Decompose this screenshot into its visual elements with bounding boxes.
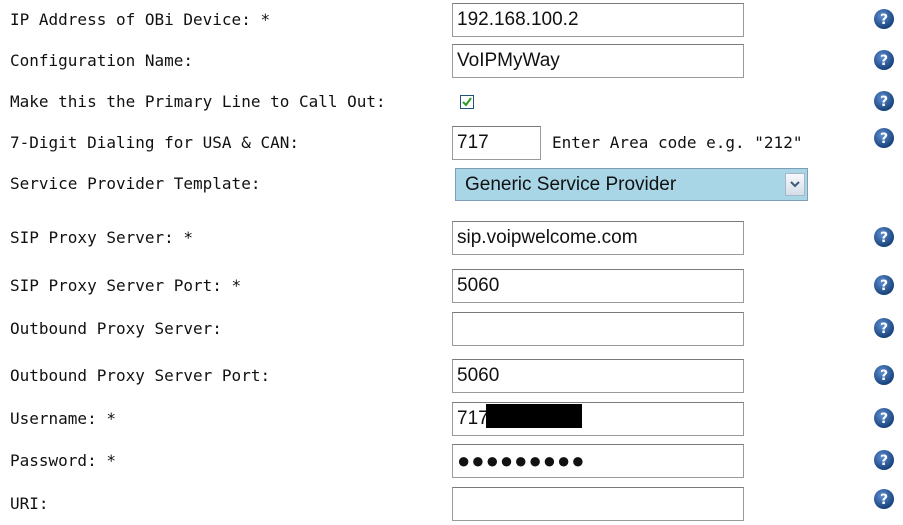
help-question-icon[interactable]	[873, 90, 895, 112]
sip-proxy-port-row: SIP Proxy Server Port: * 5060	[0, 266, 903, 306]
chevron-down-icon	[790, 181, 800, 188]
seven-digit-dialing-row: 7-Digit Dialing for USA & CAN: 717 Enter…	[0, 123, 903, 163]
username-label: Username: *	[10, 409, 116, 428]
help-question-icon[interactable]	[873, 317, 895, 339]
ip-address-label: IP Address of OBi Device: *	[10, 10, 271, 29]
password-masked-value: ●●●●●●●●●	[457, 448, 586, 473]
help-question-icon[interactable]	[873, 274, 895, 296]
help-question-icon[interactable]	[873, 364, 895, 386]
area-code-input[interactable]: 717	[452, 126, 541, 160]
help-question-icon[interactable]	[873, 449, 895, 471]
configuration-name-row: Configuration Name: VoIPMyWay	[0, 41, 903, 81]
ip-address-input[interactable]: 192.168.100.2	[452, 3, 744, 37]
username-input[interactable]: 717	[452, 402, 744, 436]
primary-line-row: Make this the Primary Line to Call Out:	[0, 82, 903, 122]
sip-proxy-port-label: SIP Proxy Server Port: *	[10, 276, 242, 295]
seven-digit-dialing-label: 7-Digit Dialing for USA & CAN:	[10, 133, 299, 152]
outbound-proxy-label: Outbound Proxy Server:	[10, 319, 222, 338]
provider-template-label: Service Provider Template:	[10, 174, 261, 193]
password-row: Password: * ●●●●●●●●●	[0, 441, 903, 481]
primary-line-label: Make this the Primary Line to Call Out:	[10, 92, 386, 111]
primary-line-checkbox[interactable]	[460, 95, 474, 109]
uri-input[interactable]	[452, 487, 744, 521]
password-label: Password: *	[10, 451, 116, 470]
password-input[interactable]: ●●●●●●●●●	[452, 444, 744, 478]
dropdown-button[interactable]	[785, 173, 805, 196]
outbound-proxy-input[interactable]	[452, 312, 744, 346]
outbound-proxy-row: Outbound Proxy Server:	[0, 309, 903, 349]
help-question-icon[interactable]	[873, 226, 895, 248]
outbound-proxy-port-label: Outbound Proxy Server Port:	[10, 366, 271, 385]
configuration-name-input[interactable]: VoIPMyWay	[452, 44, 744, 78]
outbound-proxy-port-input[interactable]: 5060	[452, 359, 744, 393]
help-question-icon[interactable]	[873, 407, 895, 429]
sip-proxy-label: SIP Proxy Server: *	[10, 228, 194, 247]
help-question-icon[interactable]	[873, 127, 895, 149]
help-question-icon[interactable]	[873, 488, 895, 510]
area-code-hint: Enter Area code e.g. "212"	[552, 133, 803, 152]
redaction-block	[485, 404, 582, 428]
configuration-name-label: Configuration Name:	[10, 51, 194, 70]
sip-proxy-port-input[interactable]: 5060	[452, 269, 744, 303]
help-question-icon[interactable]	[873, 49, 895, 71]
provider-template-row: Service Provider Template: Generic Servi…	[0, 164, 903, 204]
sip-proxy-row: SIP Proxy Server: * sip.voipwelcome.com	[0, 218, 903, 258]
provider-template-select[interactable]: Generic Service Provider	[455, 168, 808, 201]
uri-row: URI:	[0, 484, 903, 524]
outbound-proxy-port-row: Outbound Proxy Server Port: 5060	[0, 356, 903, 396]
username-row: Username: * 717	[0, 399, 903, 439]
help-question-icon[interactable]	[873, 8, 895, 30]
username-value: 717	[457, 408, 489, 429]
provider-template-selected: Generic Service Provider	[465, 174, 677, 195]
sip-proxy-input[interactable]: sip.voipwelcome.com	[452, 221, 744, 255]
uri-label: URI:	[10, 494, 49, 513]
checkmark-icon	[462, 97, 472, 107]
ip-address-row: IP Address of OBi Device: * 192.168.100.…	[0, 0, 903, 40]
